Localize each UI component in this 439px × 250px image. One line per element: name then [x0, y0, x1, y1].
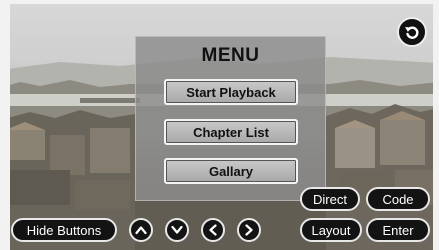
- up-button[interactable]: [129, 218, 153, 242]
- gallery-button[interactable]: Gallary: [164, 158, 298, 184]
- caret-up-icon: [135, 226, 147, 235]
- code-button[interactable]: Code: [366, 187, 430, 211]
- right-button[interactable]: [237, 218, 261, 242]
- back-button[interactable]: [397, 17, 427, 47]
- down-button[interactable]: [165, 218, 189, 242]
- left-button[interactable]: [201, 218, 225, 242]
- enter-button[interactable]: Enter: [366, 218, 430, 242]
- back-arrow-icon: [405, 26, 419, 39]
- caret-right-icon: [245, 224, 253, 236]
- frame-right: [433, 0, 439, 250]
- hide-buttons-button[interactable]: Hide Buttons: [11, 218, 117, 242]
- caret-down-icon: [171, 225, 183, 234]
- menu-panel: MENU Start Playback Chapter List Gallary: [135, 36, 326, 201]
- layout-button[interactable]: Layout: [300, 218, 362, 242]
- start-playback-button[interactable]: Start Playback: [164, 79, 298, 105]
- caret-left-icon: [209, 224, 217, 236]
- direct-button[interactable]: Direct: [300, 187, 360, 211]
- menu-title: MENU: [201, 45, 260, 66]
- frame-top: [0, 0, 439, 4]
- frame-left: [0, 0, 10, 250]
- chapter-list-button[interactable]: Chapter List: [164, 119, 298, 145]
- video-screen: MENU Start Playback Chapter List Gallary…: [0, 0, 439, 250]
